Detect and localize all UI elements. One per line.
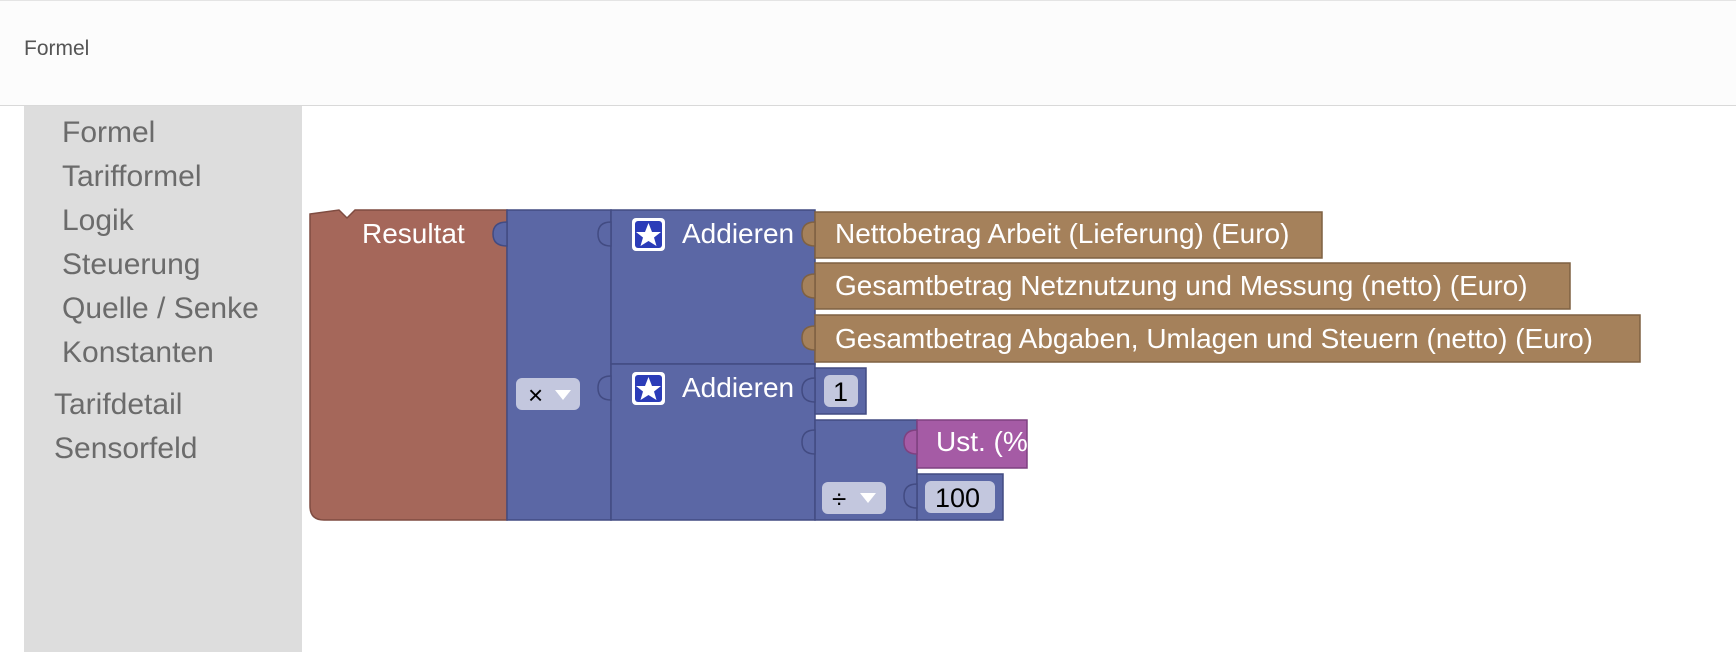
number-input-1-value: 1 — [833, 377, 848, 407]
puzzle-tab-left — [492, 221, 508, 247]
result-block-label: Resultat — [362, 218, 465, 249]
page-title: Formel — [24, 37, 90, 60]
add-block-bottom[interactable]: Addieren — [597, 363, 816, 521]
add-block-top-label: Addieren — [682, 218, 794, 249]
field-block-label: Nettobetrag Arbeit (Lieferung) (Euro) — [835, 218, 1289, 249]
toolbox-category-logik[interactable]: Logik — [62, 204, 134, 238]
toolbox-category-formel[interactable]: Formel — [62, 116, 155, 150]
puzzle-tab-left — [801, 273, 816, 299]
toolbox-category-quelle-senke[interactable]: Quelle / Senke — [62, 292, 259, 326]
puzzle-tab-left — [801, 377, 816, 403]
operator-divide-symbol: ÷ — [832, 484, 846, 514]
field-block-label: Gesamtbetrag Abgaben, Umlagen und Steuer… — [835, 323, 1593, 354]
puzzle-tab-left — [903, 483, 918, 509]
operator-multiply-symbol: × — [528, 380, 543, 410]
toolbox-category-tarifdetail[interactable]: Tarifdetail — [54, 388, 182, 422]
toolbox: Formel Tarifformel Logik Steuerung Quell… — [24, 106, 302, 652]
vat-field-block-label: Ust. (%) — [936, 426, 1037, 457]
field-block-netznutzung[interactable]: Gesamtbetrag Netznutzung und Messung (ne… — [801, 262, 1571, 310]
add-block-top[interactable]: Addieren — [597, 209, 816, 365]
vat-field-block[interactable]: Ust. (%) — [903, 419, 1037, 469]
number-input-100-value: 100 — [935, 483, 980, 513]
operator-dropdown-multiply[interactable] — [516, 378, 580, 410]
arithmetic-multiply-block[interactable]: × — [492, 209, 612, 521]
puzzle-tab-left — [801, 429, 816, 455]
workspace[interactable]: Resultat × Addieren Addieren Nettobetrag… — [302, 106, 1736, 652]
result-block[interactable]: Resultat — [309, 209, 508, 521]
puzzle-tab-left — [801, 221, 816, 247]
field-block-nettobetrag[interactable]: Nettobetrag Arbeit (Lieferung) (Euro) — [801, 211, 1323, 259]
toolbox-category-tarifformel[interactable]: Tarifformel — [62, 160, 201, 194]
field-block-label: Gesamtbetrag Netznutzung und Messung (ne… — [835, 270, 1528, 301]
puzzle-tab-left — [597, 375, 612, 401]
puzzle-tab-left — [597, 221, 612, 247]
puzzle-tab-left — [903, 429, 918, 455]
arithmetic-multiply-body — [506, 209, 612, 521]
field-block-abgaben[interactable]: Gesamtbetrag Abgaben, Umlagen und Steuer… — [801, 314, 1641, 363]
toolbox-category-sensorfeld[interactable]: Sensorfeld — [54, 432, 197, 466]
arithmetic-divide-block[interactable]: ÷ — [801, 419, 918, 521]
puzzle-tab-left — [801, 325, 816, 351]
toolbox-category-konstanten[interactable]: Konstanten — [62, 336, 214, 370]
result-block-body — [309, 209, 508, 521]
toolbox-category-steuerung[interactable]: Steuerung — [62, 248, 200, 282]
header-bar: Formel — [0, 0, 1736, 106]
block-canvas: Resultat × Addieren Addieren Nettobetrag… — [309, 209, 1641, 521]
add-block-bottom-label: Addieren — [682, 372, 794, 403]
number-block-100[interactable]: 100 — [903, 473, 1004, 521]
